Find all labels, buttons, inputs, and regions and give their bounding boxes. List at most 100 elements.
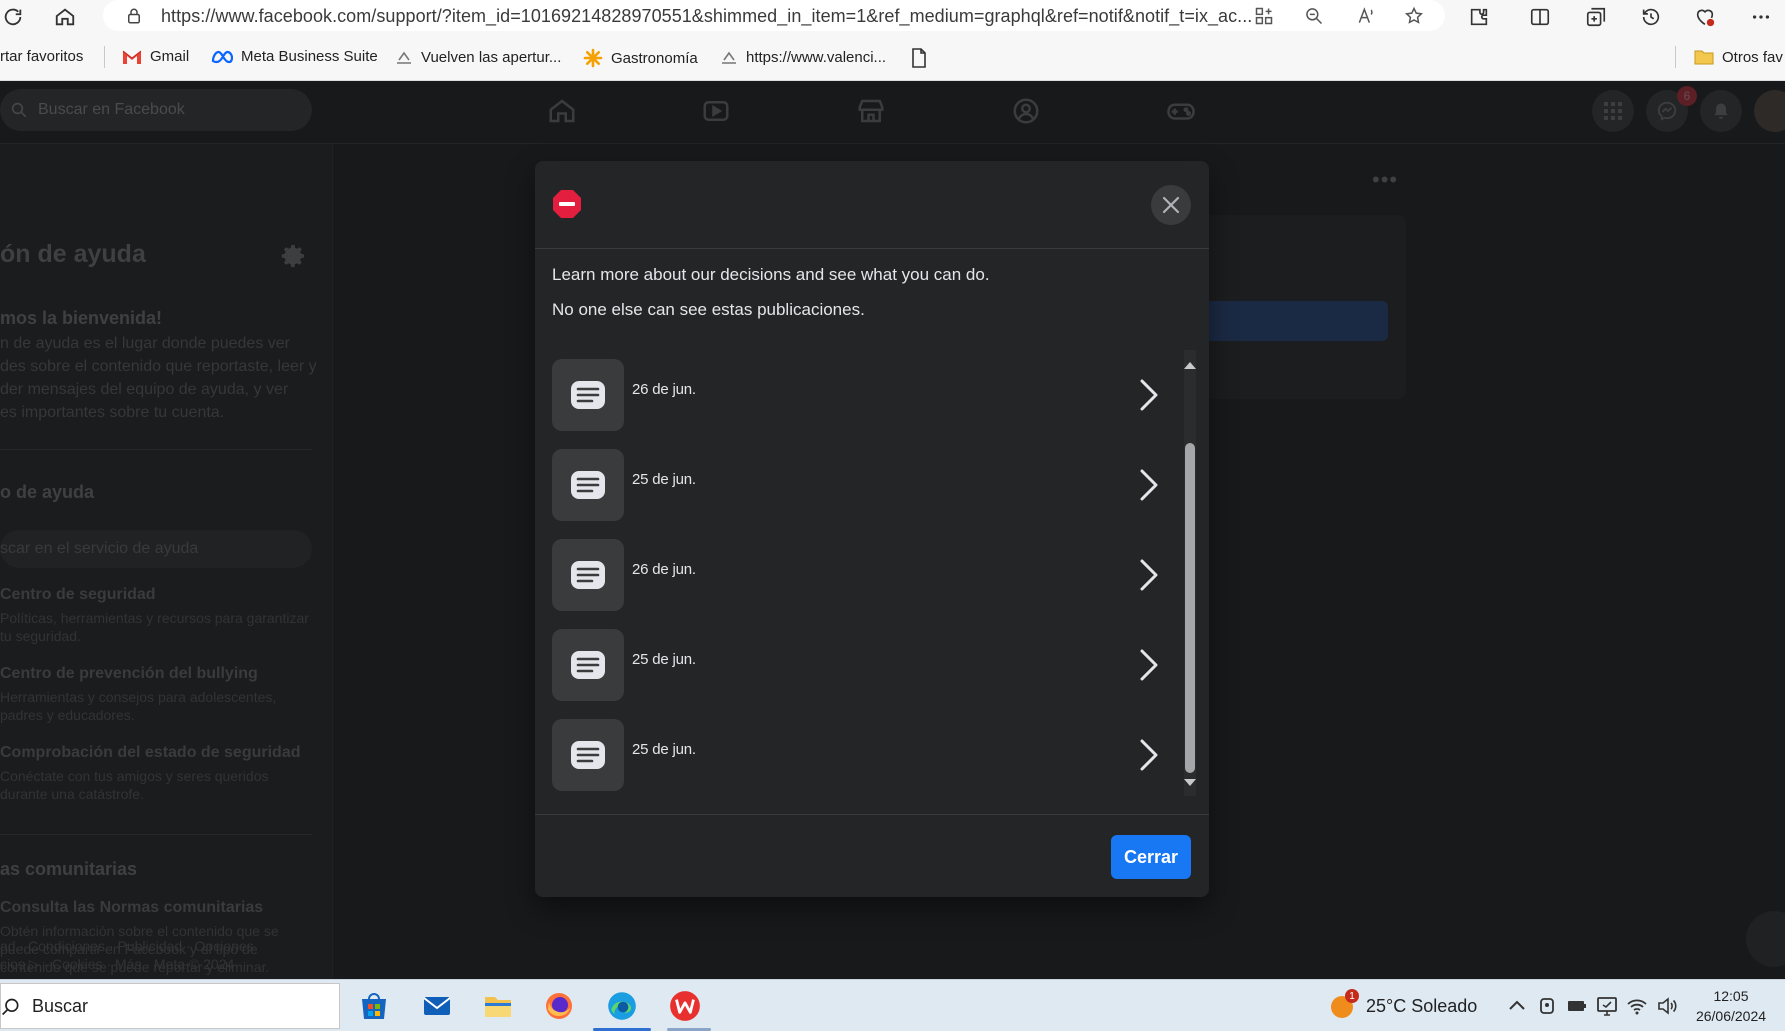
safety-check-link[interactable]: Comprobación del estado de seguridad: [0, 744, 301, 762]
refresh-icon[interactable]: [0, 4, 26, 30]
battery-icon[interactable]: [1566, 995, 1588, 1017]
wps-office-icon[interactable]: [665, 986, 705, 1026]
gaming-nav-icon[interactable]: [1166, 96, 1196, 126]
bookmark-label: Otros fav: [1722, 48, 1783, 66]
facebook-header: Buscar en Facebook 6: [0, 81, 1785, 144]
post-text-icon: [571, 651, 605, 679]
safety-center-link[interactable]: Centro de seguridad: [0, 586, 156, 604]
post-date: 26 de jun.: [632, 561, 696, 578]
bookmark-page[interactable]: [911, 48, 927, 68]
more-dots-icon[interactable]: •••: [1372, 167, 1398, 193]
link-description: durante una catástrofe.: [0, 786, 144, 802]
post-row[interactable]: 25 de jun.: [552, 629, 1162, 701]
bookmark-vuelven[interactable]: Vuelven las apertur...: [395, 48, 561, 66]
favorite-star-icon[interactable]: [1401, 3, 1427, 29]
new-message-icon[interactable]: [1746, 911, 1785, 967]
bookmark-label: Gastronomía: [611, 49, 698, 67]
scroll-down-arrow-icon[interactable]: [1184, 779, 1196, 786]
groups-nav-icon[interactable]: [1011, 96, 1041, 126]
taskbar-search-placeholder: Buscar: [32, 996, 89, 1016]
bookmark-meta-business-suite[interactable]: Meta Business Suite: [211, 48, 378, 65]
footer-links[interactable]: cios ▷ · Cookies · Más · Meta © 2024: [0, 955, 234, 973]
bullying-prevention-link[interactable]: Centro de prevención del bullying: [0, 665, 258, 683]
clock-time: 12:05: [1713, 988, 1749, 1004]
wifi-icon[interactable]: [1626, 995, 1648, 1017]
post-thumbnail: [552, 449, 624, 521]
post-row[interactable]: 26 de jun.: [552, 359, 1162, 431]
cerrar-button[interactable]: Cerrar: [1111, 835, 1191, 879]
post-text-icon: [571, 561, 605, 589]
menu-grid-icon[interactable]: [1592, 90, 1634, 132]
search-icon: [2, 998, 19, 1016]
bookmark-gmail[interactable]: Gmail: [122, 48, 189, 65]
post-row[interactable]: 25 de jun.: [552, 449, 1162, 521]
firefox-icon[interactable]: [539, 986, 579, 1026]
edge-browser-icon[interactable]: [602, 986, 642, 1026]
home-icon[interactable]: [52, 4, 78, 30]
url-text[interactable]: https://www.facebook.com/support/?item_i…: [161, 6, 1341, 27]
welcome-text-line: des sobre el contenido que reportaste, l…: [0, 358, 317, 375]
site-icon: [722, 51, 736, 64]
facebook-search-input[interactable]: Buscar en Facebook: [0, 89, 312, 131]
search-icon: [11, 102, 27, 118]
video-nav-icon[interactable]: [701, 96, 731, 126]
zoom-out-icon[interactable]: [1301, 3, 1327, 29]
post-row[interactable]: 25 de jun.: [552, 719, 1162, 791]
store-icon[interactable]: [354, 986, 394, 1026]
remote-display-icon[interactable]: [1596, 995, 1618, 1017]
link-description: Conéctate con tus amigos y seres querido…: [0, 768, 269, 784]
support-item-button[interactable]: [1200, 301, 1388, 341]
sidebar-divider: [0, 834, 312, 835]
notifications-bell-icon[interactable]: [1700, 90, 1742, 132]
weather-widget[interactable]: 1 25°C Soleado: [1328, 989, 1477, 1020]
mail-icon[interactable]: [417, 986, 457, 1026]
help-service-search-input[interactable]: scar en el servicio de ayuda: [0, 530, 312, 568]
chevron-right-icon: [1140, 379, 1158, 411]
footer-links[interactable]: ad · Condiciones · Publicidad · Opciones: [0, 937, 254, 955]
marketplace-nav-icon[interactable]: [856, 96, 886, 126]
dialog-intro-text: Learn more about our decisions and see w…: [552, 265, 990, 284]
post-thumbnail: [552, 359, 624, 431]
lock-icon[interactable]: [121, 3, 147, 29]
scrollbar-thumb[interactable]: [1185, 443, 1195, 773]
scroll-up-arrow-icon[interactable]: [1184, 362, 1196, 369]
taskbar-search-input[interactable]: Buscar: [0, 983, 340, 1029]
read-aloud-icon[interactable]: [1353, 3, 1379, 29]
file-explorer-icon[interactable]: [478, 986, 518, 1026]
collections-icon[interactable]: [1583, 4, 1609, 30]
chevron-up-icon[interactable]: [1506, 995, 1528, 1017]
history-icon[interactable]: [1638, 4, 1664, 30]
home-nav-icon[interactable]: [547, 96, 577, 126]
bookmark-valencia[interactable]: https://www.valenci...: [720, 48, 886, 66]
post-text-icon: [571, 741, 605, 769]
chevron-right-icon: [1140, 739, 1158, 771]
more-options-icon[interactable]: [1748, 4, 1774, 30]
address-bar[interactable]: https://www.facebook.com/support/?item_i…: [103, 0, 1445, 31]
windows-taskbar: Buscar 1 25°C Soleado 12:05 26/06/2024: [0, 979, 1785, 1031]
performance-icon[interactable]: [1692, 4, 1718, 30]
bookmark-import-favorites[interactable]: rtar favoritos: [0, 48, 83, 65]
sidebar-title: ón de ayuda: [0, 240, 146, 268]
post-date: 25 de jun.: [632, 471, 696, 488]
app-available-icon[interactable]: [1251, 3, 1277, 29]
bookmark-gastronomia[interactable]: Gastronomía: [583, 48, 698, 68]
welcome-text-line: es importantes sobre tu cuenta.: [0, 404, 225, 421]
chevron-right-icon: [1140, 469, 1158, 501]
meet-now-icon[interactable]: [1536, 995, 1558, 1017]
profile-avatar[interactable]: [1754, 90, 1785, 132]
bookmark-other-favorites[interactable]: Otros fav: [1694, 48, 1783, 66]
extensions-icon[interactable]: [1466, 4, 1492, 30]
dialog-header: [535, 161, 1209, 249]
settings-gear-icon[interactable]: [276, 240, 308, 272]
post-list-scrollbar[interactable]: [1184, 350, 1196, 796]
system-clock[interactable]: 12:05 26/06/2024: [1686, 986, 1776, 1026]
blocked-icon: [553, 190, 581, 218]
post-text-icon: [571, 381, 605, 409]
split-screen-icon[interactable]: [1527, 4, 1553, 30]
close-dialog-button[interactable]: [1151, 185, 1191, 225]
community-standards-link[interactable]: Consulta las Normas comunitarias: [0, 899, 263, 917]
post-row[interactable]: 26 de jun.: [552, 539, 1162, 611]
volume-icon[interactable]: [1656, 995, 1678, 1017]
help-search-placeholder: scar en el servicio de ayuda: [0, 540, 199, 557]
link-description: Políticas, herramientas y recursos para …: [0, 610, 309, 626]
